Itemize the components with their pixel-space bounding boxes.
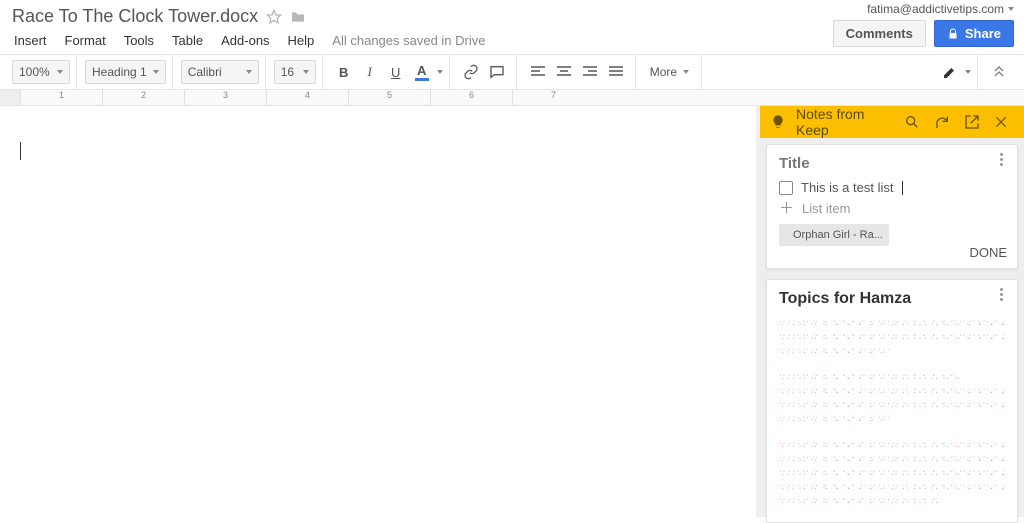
note-body-line	[779, 452, 1005, 462]
ruler-tick: 1	[20, 90, 102, 105]
document-title[interactable]: Race To The Clock Tower.docx	[12, 6, 258, 27]
lightbulb-icon	[770, 114, 786, 130]
note-title-input[interactable]: Title	[779, 155, 1005, 172]
note-more-icon[interactable]	[993, 288, 1009, 301]
menu-help[interactable]: Help	[288, 33, 315, 48]
checkbox-icon[interactable]	[779, 181, 793, 195]
account-email-text: fatima@addictivetips.com	[867, 2, 1004, 16]
chevron-down-icon	[1008, 7, 1014, 11]
ruler-tick: 4	[266, 90, 348, 105]
font-size-value: 16	[281, 65, 294, 79]
chevron-down-icon	[683, 70, 689, 74]
chevron-down-icon	[246, 70, 252, 74]
horizontal-ruler[interactable]: 1 2 3 4 5 6 7	[0, 90, 1024, 106]
menu-addons[interactable]: Add-ons	[221, 33, 269, 48]
zoom-select[interactable]: 100%	[12, 60, 70, 84]
insert-link-button[interactable]	[459, 60, 483, 84]
chevron-down-icon	[153, 70, 159, 74]
more-toolbar-button[interactable]: More	[644, 60, 695, 84]
linked-document-chip[interactable]: Orphan Girl - Ra...	[779, 224, 889, 246]
font-select[interactable]: Calibri	[181, 60, 259, 84]
note-body-line	[779, 412, 892, 422]
paragraph-style-select[interactable]: Heading 1	[85, 60, 166, 84]
font-size-select[interactable]: 16	[274, 60, 316, 84]
add-item-placeholder: List item	[802, 201, 850, 216]
align-center-button[interactable]	[552, 60, 576, 84]
refresh-icon[interactable]	[934, 114, 954, 130]
checklist-item[interactable]: This is a test list	[779, 180, 1005, 195]
chip-label: Orphan Girl - Ra...	[793, 229, 883, 241]
italic-button[interactable]: I	[358, 60, 382, 84]
note-body-line	[779, 494, 937, 504]
paragraph-style-value: Heading 1	[92, 65, 147, 79]
done-button[interactable]: DONE	[969, 245, 1007, 260]
note-more-icon[interactable]	[993, 153, 1009, 166]
ruler-tick: 3	[184, 90, 266, 105]
note-body-line	[779, 466, 1005, 476]
chevron-down-icon	[57, 70, 63, 74]
ruler-tick: 7	[512, 90, 594, 105]
edit-mode-button[interactable]	[938, 60, 962, 84]
bold-button[interactable]: B	[332, 60, 356, 84]
close-icon[interactable]	[994, 115, 1014, 129]
font-value: Calibri	[188, 65, 222, 79]
zoom-value: 100%	[19, 65, 50, 79]
note-body-line	[779, 398, 1005, 408]
note-body-line	[779, 438, 1005, 448]
note-body-line	[779, 316, 1005, 326]
menu-insert[interactable]: Insert	[14, 33, 47, 48]
keep-panel-title: Notes from Keep	[796, 106, 894, 138]
ruler-tick: 2	[102, 90, 184, 105]
keep-sidebar: Notes from Keep Title This is a test lis…	[760, 106, 1024, 517]
open-in-new-icon[interactable]	[964, 114, 984, 130]
checklist-text[interactable]: This is a test list	[801, 180, 893, 195]
insert-comment-button[interactable]	[485, 60, 509, 84]
text-cursor	[902, 181, 903, 195]
lock-icon	[947, 28, 959, 40]
ruler-tick: 5	[348, 90, 430, 105]
align-justify-button[interactable]	[604, 60, 628, 84]
note-body-line	[779, 330, 1005, 340]
align-right-button[interactable]	[578, 60, 602, 84]
underline-button[interactable]: U	[384, 60, 408, 84]
menu-table[interactable]: Table	[172, 33, 203, 48]
chevron-down-icon[interactable]	[965, 70, 971, 74]
collapse-toolbar-button[interactable]	[987, 60, 1011, 84]
formatting-toolbar: 100% Heading 1 Calibri 16 B I U A	[0, 54, 1024, 90]
keep-panel-header: Notes from Keep	[760, 106, 1024, 138]
save-status: All changes saved in Drive	[332, 33, 485, 48]
folder-icon[interactable]	[290, 9, 306, 25]
menu-tools[interactable]: Tools	[124, 33, 154, 48]
star-icon[interactable]	[266, 9, 282, 25]
note-body-line	[779, 384, 1005, 394]
document-header: Race To The Clock Tower.docx Insert Form…	[0, 0, 1024, 54]
chevron-down-icon	[303, 70, 309, 74]
more-label: More	[650, 65, 677, 79]
share-label: Share	[965, 26, 1001, 41]
align-left-button[interactable]	[526, 60, 550, 84]
menu-format[interactable]: Format	[65, 33, 106, 48]
share-button[interactable]: Share	[934, 20, 1014, 47]
note-body-line	[779, 370, 960, 380]
account-area: fatima@addictivetips.com Comments Share	[833, 2, 1014, 47]
ruler-tick: 6	[430, 90, 512, 105]
add-list-item[interactable]: ＋ List item	[779, 201, 1005, 216]
chevron-down-icon[interactable]	[437, 70, 443, 74]
document-canvas[interactable]	[0, 106, 756, 517]
text-cursor	[20, 142, 21, 160]
note-body-line	[779, 344, 892, 354]
keep-note[interactable]: Topics for Hamza	[766, 279, 1018, 523]
account-email[interactable]: fatima@addictivetips.com	[867, 2, 1014, 16]
comments-button[interactable]: Comments	[833, 20, 926, 47]
note-title: Topics for Hamza	[779, 290, 1005, 308]
search-icon[interactable]	[904, 114, 924, 130]
plus-icon: ＋	[779, 201, 794, 216]
note-body-line	[779, 480, 1005, 490]
text-color-button[interactable]: A	[410, 60, 434, 84]
keep-note-editing[interactable]: Title This is a test list ＋ List item Or…	[766, 144, 1018, 269]
